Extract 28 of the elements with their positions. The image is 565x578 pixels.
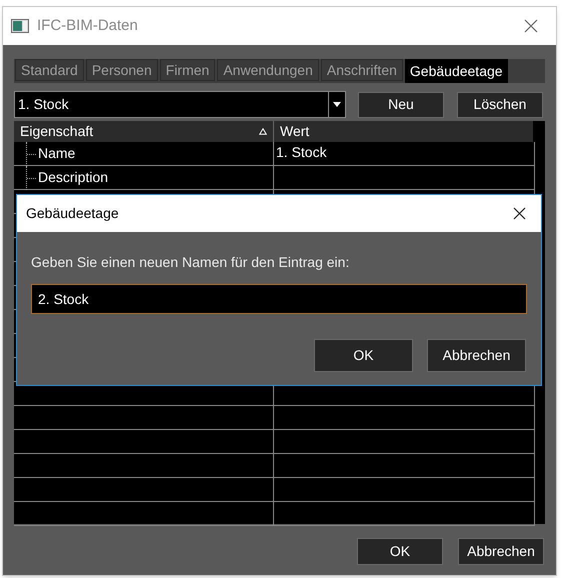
tree-line xyxy=(26,142,36,166)
property-name: Description xyxy=(38,168,108,187)
property-name: Name xyxy=(38,144,76,163)
new-button[interactable]: Neu xyxy=(358,92,444,118)
dialog-title: Gebäudeetage xyxy=(26,204,119,223)
app-icon xyxy=(11,19,29,33)
column-header[interactable]: Eigenschaft xyxy=(14,121,274,142)
close-icon[interactable] xyxy=(513,207,526,220)
column-header[interactable]: Wert xyxy=(274,121,533,142)
tab[interactable]: Anwendungen xyxy=(217,59,319,81)
sort-icon[interactable] xyxy=(259,128,267,135)
tab[interactable]: Anschriften xyxy=(320,59,403,81)
ok-button[interactable]: OK xyxy=(314,339,413,372)
cancel-button[interactable]: Abbrechen xyxy=(427,339,526,372)
tab[interactable]: Personen xyxy=(86,59,158,81)
storey-dropdown[interactable]: 1. Stock xyxy=(14,91,346,118)
property-value[interactable]: 1. Stock xyxy=(276,142,327,162)
prompt-text: Geben Sie einen neuen Namen für den Eintrag ein: xyxy=(31,253,350,272)
tab[interactable]: Firmen xyxy=(160,59,216,81)
tree-line xyxy=(26,166,36,190)
caret-icon xyxy=(333,102,341,107)
name-input[interactable]: 2. Stock xyxy=(31,284,527,314)
delete-button[interactable]: Löschen xyxy=(457,92,543,118)
ok-button[interactable]: OK xyxy=(357,538,443,565)
cancel-button[interactable]: Abbrechen xyxy=(458,538,544,565)
tab[interactable]: Gebäudeetage xyxy=(404,59,508,83)
tab[interactable]: Standard xyxy=(15,59,84,81)
window-title: IFC-BIM-Daten xyxy=(37,16,138,36)
